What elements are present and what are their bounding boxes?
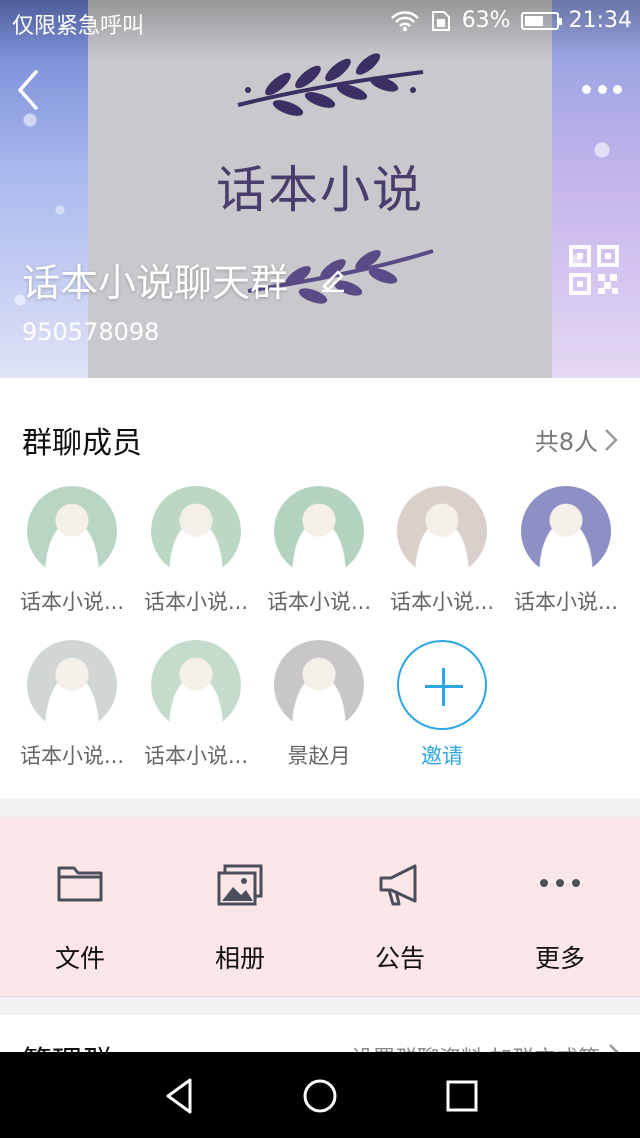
clock: 21:34 [568,8,632,33]
member-item[interactable]: 话本小说... [136,486,256,616]
announcement-button[interactable]: 公告 [320,817,480,996]
member-name: 景赵月 [287,744,351,768]
member-item[interactable]: 话本小说... [12,486,132,616]
member-item[interactable]: 话本小说... [259,486,379,616]
member-name: 话本小说... [266,590,372,614]
nav-recents-icon[interactable] [440,1074,484,1118]
group-tools-bar: 文件 相册 公告 更多 [0,817,640,997]
cover-art-title: 话本小说 [216,161,424,219]
members-section-title: 群聊成员 [22,426,142,461]
member-item[interactable]: 话本小说... [506,486,626,616]
wifi-icon [390,10,419,31]
plus-icon [397,640,487,730]
announcement-label: 公告 [374,944,425,973]
carrier-text: 仅限紧急呼叫 [12,14,145,39]
more-dots-icon [540,879,580,887]
member-item[interactable]: 话本小说... [382,486,502,616]
files-button[interactable]: 文件 [0,817,160,996]
folder-icon [57,866,103,902]
member-avatar [151,486,241,576]
member-item[interactable]: 话本小说... [136,640,256,770]
megaphone-icon [379,864,417,906]
battery-percent: 63% [461,8,511,33]
member-avatar [397,486,487,576]
member-avatar [27,486,117,576]
more-dot-icon [582,84,591,94]
back-button[interactable] [10,68,50,112]
member-name: 话本小说... [143,590,249,614]
member-avatar [151,640,241,730]
member-name: 话本小说... [19,744,125,768]
system-navigation-bar [0,1052,640,1138]
member-avatar [274,640,364,730]
album-icon [217,864,263,906]
album-label: 相册 [214,944,265,973]
member-name: 话本小说... [19,590,125,614]
chevron-right-icon [605,428,618,451]
group-name: 话本小说聊天群 [22,261,289,305]
invite-label: 邀请 [421,744,463,768]
group-members-section: 群聊成员 共8人 话本小说... 话本小说... 话本小说... 话本小说...… [0,378,640,798]
chevron-left-icon [18,70,38,110]
member-avatar [27,640,117,730]
album-button[interactable]: 相册 [160,817,320,996]
member-name: 话本小说... [143,744,249,768]
more-options-button[interactable] [578,72,626,106]
sim-card-icon [431,10,450,31]
member-item[interactable]: 话本小说... [12,640,132,770]
battery-icon [520,11,562,30]
nav-back-icon[interactable] [158,1074,202,1118]
more-label: 更多 [534,944,585,973]
members-count-link[interactable]: 共8人 [535,422,618,457]
member-avatar [274,486,364,576]
status-bar: 仅限紧急呼叫 63% 21:34 [0,0,640,44]
invite-button[interactable]: 邀请 [382,640,502,770]
leaf-ornament-top [237,53,424,116]
nav-home-icon[interactable] [298,1074,342,1118]
members-count: 共8人 [534,428,598,456]
qr-code-icon[interactable] [568,244,620,296]
member-item[interactable]: 景赵月 [259,640,379,770]
member-name: 话本小说... [389,590,495,614]
member-name: 话本小说... [513,590,619,614]
more-tools-button[interactable]: 更多 [480,817,640,996]
edit-pencil-icon[interactable] [318,266,348,292]
files-label: 文件 [54,944,105,973]
member-avatar [521,486,611,576]
group-id: 950578098 [22,318,160,346]
